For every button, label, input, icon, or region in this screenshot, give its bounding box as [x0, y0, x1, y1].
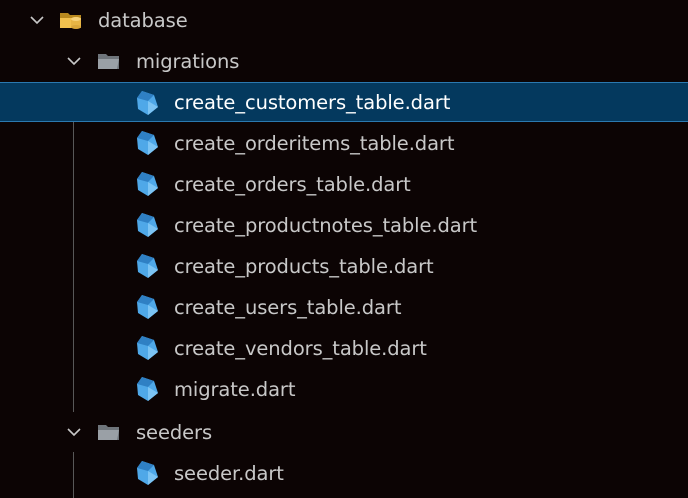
chevron-down-icon[interactable] [65, 423, 83, 441]
tree-item-file[interactable]: create_vendors_table.dart [0, 328, 688, 368]
folder-open-icon [96, 50, 122, 72]
tree-item-label: create_vendors_table.dart [174, 336, 427, 360]
database-folder-open-icon [58, 9, 84, 31]
tree-item-label: seeders [136, 420, 213, 444]
chevron-down-icon[interactable] [65, 52, 83, 70]
file-explorer-tree: database migrations create_customers_tab… [0, 0, 688, 498]
dart-icon [134, 211, 160, 239]
dart-icon [134, 170, 160, 198]
tree-item-label: create_orderitems_table.dart [174, 131, 455, 155]
tree-item-label: create_customers_table.dart [174, 90, 451, 114]
tree-item-label: create_productnotes_table.dart [174, 213, 478, 237]
tree-item-file[interactable]: create_customers_table.dart [0, 82, 688, 122]
tree-item-label: seeder.dart [174, 461, 284, 485]
chevron-down-icon[interactable] [28, 11, 46, 29]
tree-item-database-folder[interactable]: database [0, 0, 688, 40]
dart-icon [134, 375, 160, 403]
tree-item-label: migrations [136, 49, 240, 73]
dart-icon [134, 334, 160, 362]
tree-item-file[interactable]: create_orderitems_table.dart [0, 123, 688, 163]
tree-item-seeders-folder[interactable]: seeders [0, 412, 688, 452]
tree-item-label: create_users_table.dart [174, 295, 402, 319]
dart-icon [134, 459, 160, 487]
tree-item-file[interactable]: migrate.dart [0, 369, 688, 409]
tree-item-label: database [98, 8, 188, 32]
tree-item-file[interactable]: create_orders_table.dart [0, 164, 688, 204]
tree-item-label: migrate.dart [174, 377, 296, 401]
tree-item-label: create_products_table.dart [174, 254, 434, 278]
tree-item-file[interactable]: create_productnotes_table.dart [0, 205, 688, 245]
dart-icon [134, 293, 160, 321]
dart-icon [134, 252, 160, 280]
tree-item-migrations-folder[interactable]: migrations [0, 41, 688, 81]
tree-item-file[interactable]: seeder.dart [0, 453, 688, 493]
dart-icon [134, 89, 160, 117]
tree-item-file[interactable]: create_users_table.dart [0, 287, 688, 327]
tree-item-file[interactable]: create_products_table.dart [0, 246, 688, 286]
dart-icon [134, 129, 160, 157]
folder-open-icon [96, 421, 122, 443]
tree-item-label: create_orders_table.dart [174, 172, 411, 196]
